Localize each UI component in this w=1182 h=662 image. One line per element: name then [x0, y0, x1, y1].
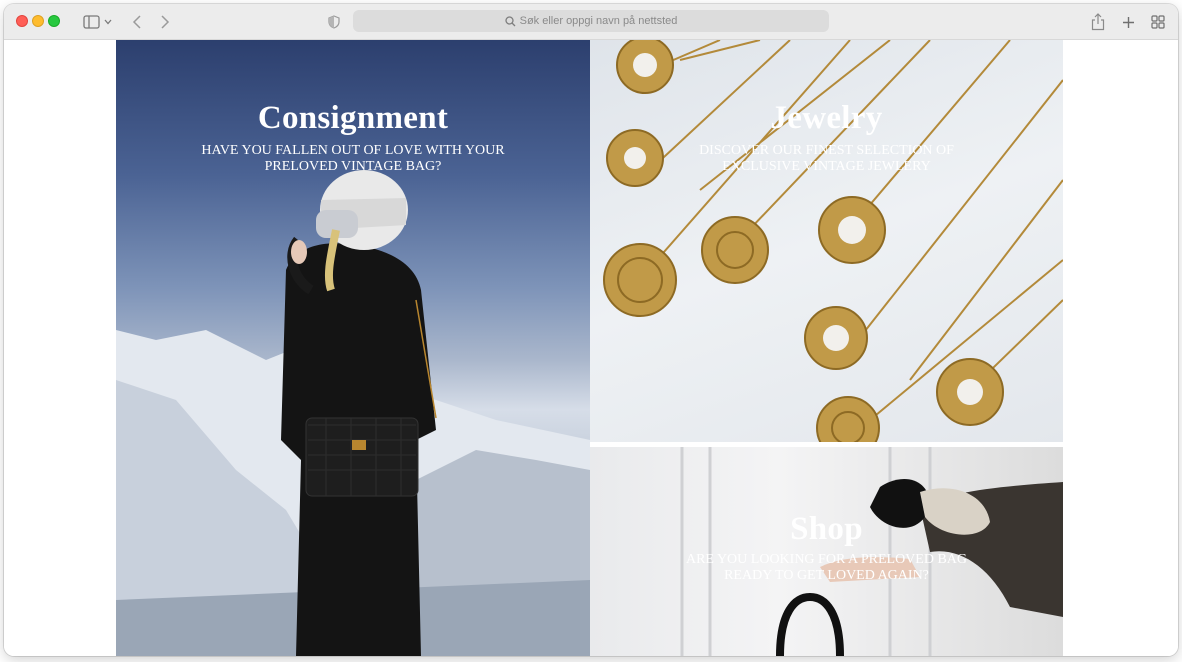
shop-title: Shop	[790, 511, 863, 547]
consignment-subtitle: HAVE YOU FALLEN OUT OF LOVE WITH YOUR PR…	[201, 143, 505, 174]
address-placeholder: Søk eller oppgi navn på nettsted	[519, 15, 678, 27]
new-tab-button[interactable]	[1118, 12, 1138, 32]
browser-toolbar: Søk eller oppgi navn på nettsted	[4, 4, 1178, 40]
jewelry-tile[interactable]: Jewelry DISCOVER OUR FINEST SELECTION OF…	[590, 40, 1063, 442]
fullscreen-window-button[interactable]	[48, 15, 60, 27]
forward-icon	[161, 15, 170, 29]
forward-button[interactable]	[156, 12, 174, 32]
tabs-icon	[1151, 15, 1165, 29]
page-content: Consignment HAVE YOU FALLEN OUT OF LOVE …	[4, 40, 1178, 656]
minimize-window-button[interactable]	[32, 15, 44, 27]
browser-window: Søk eller oppgi navn på nettsted Consign…	[4, 4, 1178, 656]
search-icon	[504, 15, 516, 27]
tab-overview-button[interactable]	[1148, 12, 1168, 32]
privacy-report-button[interactable]	[326, 12, 342, 32]
consignment-title: Consignment	[257, 100, 449, 136]
sidebar-icon	[83, 15, 112, 29]
jewelry-subtitle: DISCOVER OUR FINEST SELECTION OF EXCLUSI…	[699, 143, 954, 174]
shop-subtitle: ARE YOU LOOKING FOR A PRELOVED BAG READY…	[685, 552, 968, 583]
share-icon	[1091, 13, 1105, 31]
share-button[interactable]	[1088, 12, 1108, 32]
address-bar[interactable]: Søk eller oppgi navn på nettsted	[353, 10, 829, 32]
shop-tile[interactable]: Shop ARE YOU LOOKING FOR A PRELOVED BAG …	[590, 447, 1063, 656]
close-window-button[interactable]	[16, 15, 28, 27]
consignment-tile[interactable]: Consignment HAVE YOU FALLEN OUT OF LOVE …	[116, 40, 590, 656]
plus-icon	[1122, 16, 1134, 28]
jewelry-title: Jewelry	[770, 100, 883, 136]
sidebar-toggle-button[interactable]	[80, 12, 116, 32]
shield-icon	[328, 15, 340, 29]
back-icon	[132, 15, 141, 29]
back-button[interactable]	[128, 12, 146, 32]
